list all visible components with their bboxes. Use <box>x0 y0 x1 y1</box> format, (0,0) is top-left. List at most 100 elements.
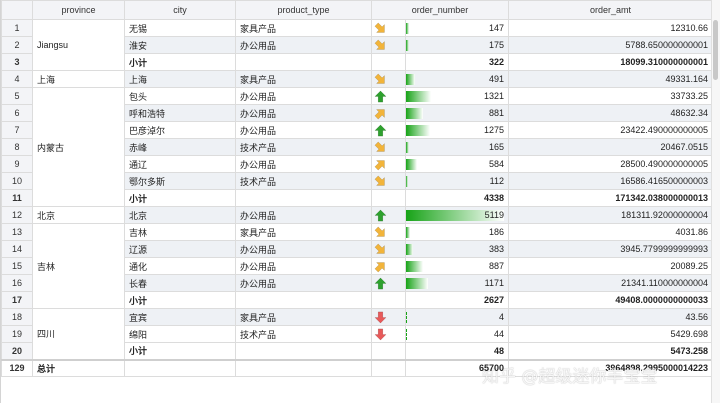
cell-trend-icon[interactable] <box>371 138 406 156</box>
cell-province[interactable]: Jiangsu <box>32 19 125 71</box>
row-number[interactable]: 16 <box>1 274 33 292</box>
cell-trend-icon[interactable] <box>371 325 406 343</box>
corner-cell[interactable] <box>1 0 33 20</box>
cell-trend-icon[interactable] <box>371 70 406 88</box>
cell-city[interactable]: 绵阳 <box>124 325 236 343</box>
cell-order-amt[interactable]: 171342.038000000013 <box>508 189 713 207</box>
row-number[interactable]: 3 <box>1 53 33 71</box>
cell-order-number[interactable]: 48 <box>405 342 509 360</box>
cell-trend-icon[interactable] <box>371 36 406 54</box>
cell-order-number[interactable]: 881 <box>405 104 509 122</box>
header-product-type[interactable]: product_type <box>235 0 372 20</box>
cell-order-number[interactable]: 186 <box>405 223 509 241</box>
cell-city[interactable]: 上海 <box>124 70 236 88</box>
cell-province[interactable]: 北京 <box>32 206 125 224</box>
cell-order-number[interactable]: 887 <box>405 257 509 275</box>
cell-order-number[interactable]: 2627 <box>405 291 509 309</box>
cell-province[interactable]: 总计 <box>32 359 125 377</box>
row-number[interactable]: 12 <box>1 206 33 224</box>
cell-order-amt[interactable]: 23422.490000000005 <box>508 121 713 139</box>
cell-order-amt[interactable]: 16586.416500000003 <box>508 172 713 190</box>
cell-order-amt[interactable]: 18099.310000000001 <box>508 53 713 71</box>
row-number[interactable]: 8 <box>1 138 33 156</box>
cell-trend-icon[interactable] <box>371 121 406 139</box>
cell-trend-icon[interactable] <box>371 172 406 190</box>
cell-product-type[interactable]: 家具产品 <box>235 308 372 326</box>
cell-city[interactable]: 辽源 <box>124 240 236 258</box>
cell-order-number[interactable]: 584 <box>405 155 509 173</box>
cell-trend-icon[interactable] <box>371 308 406 326</box>
row-number[interactable]: 4 <box>1 70 33 88</box>
cell-city[interactable]: 长春 <box>124 274 236 292</box>
cell-trend-icon[interactable] <box>371 87 406 105</box>
header-order-number[interactable]: order_number <box>371 0 509 20</box>
cell-order-number[interactable]: 4 <box>405 308 509 326</box>
cell-order-number[interactable]: 5119 <box>405 206 509 224</box>
cell-order-number[interactable]: 147 <box>405 19 509 37</box>
cell-order-amt[interactable]: 20089.25 <box>508 257 713 275</box>
cell-order-amt[interactable]: 28500.490000000005 <box>508 155 713 173</box>
cell-order-number[interactable]: 165 <box>405 138 509 156</box>
cell-order-amt[interactable]: 43.56 <box>508 308 713 326</box>
cell-order-number[interactable]: 1275 <box>405 121 509 139</box>
cell-city[interactable] <box>124 359 236 377</box>
row-number[interactable]: 10 <box>1 172 33 190</box>
cell-product-type[interactable]: 办公用品 <box>235 155 372 173</box>
scrollbar-thumb[interactable] <box>713 20 718 80</box>
cell-trend-icon[interactable] <box>371 19 406 37</box>
row-number[interactable]: 15 <box>1 257 33 275</box>
cell-product-type[interactable]: 办公用品 <box>235 206 372 224</box>
header-order-amt[interactable]: order_amt <box>508 0 713 20</box>
cell-city[interactable]: 小计 <box>124 189 236 207</box>
cell-trend-icon[interactable] <box>371 359 406 377</box>
row-number[interactable]: 7 <box>1 121 33 139</box>
row-number[interactable]: 1 <box>1 19 33 37</box>
cell-trend-icon[interactable] <box>371 291 406 309</box>
cell-order-number[interactable]: 1171 <box>405 274 509 292</box>
cell-trend-icon[interactable] <box>371 274 406 292</box>
cell-order-number[interactable]: 44 <box>405 325 509 343</box>
row-number[interactable]: 18 <box>1 308 33 326</box>
cell-product-type[interactable] <box>235 189 372 207</box>
cell-city[interactable]: 小计 <box>124 342 236 360</box>
cell-order-number[interactable]: 322 <box>405 53 509 71</box>
cell-product-type[interactable] <box>235 342 372 360</box>
cell-city[interactable]: 无锡 <box>124 19 236 37</box>
cell-city[interactable]: 小计 <box>124 53 236 71</box>
cell-product-type[interactable]: 办公用品 <box>235 274 372 292</box>
cell-order-amt[interactable]: 48632.34 <box>508 104 713 122</box>
cell-order-amt[interactable]: 5473.258 <box>508 342 713 360</box>
cell-product-type[interactable]: 技术产品 <box>235 325 372 343</box>
cell-product-type[interactable] <box>235 359 372 377</box>
cell-order-amt[interactable]: 12310.66 <box>508 19 713 37</box>
cell-order-amt[interactable]: 5429.698 <box>508 325 713 343</box>
cell-city[interactable]: 宜宾 <box>124 308 236 326</box>
cell-order-number[interactable]: 1321 <box>405 87 509 105</box>
cell-product-type[interactable]: 家具产品 <box>235 223 372 241</box>
cell-product-type[interactable]: 办公用品 <box>235 36 372 54</box>
row-number[interactable]: 11 <box>1 189 33 207</box>
cell-city[interactable]: 巴彦淖尔 <box>124 121 236 139</box>
cell-city[interactable]: 淮安 <box>124 36 236 54</box>
cell-product-type[interactable] <box>235 291 372 309</box>
cell-product-type[interactable]: 办公用品 <box>235 87 372 105</box>
row-number[interactable]: 14 <box>1 240 33 258</box>
cell-order-amt[interactable]: 49408.0000000000033 <box>508 291 713 309</box>
cell-order-number[interactable]: 175 <box>405 36 509 54</box>
row-number[interactable]: 129 <box>1 359 33 377</box>
cell-product-type[interactable]: 技术产品 <box>235 138 372 156</box>
cell-city[interactable]: 小计 <box>124 291 236 309</box>
row-number[interactable]: 5 <box>1 87 33 105</box>
cell-order-amt[interactable]: 20467.0515 <box>508 138 713 156</box>
header-city[interactable]: city <box>124 0 236 20</box>
cell-city[interactable]: 通辽 <box>124 155 236 173</box>
cell-order-amt[interactable]: 4031.86 <box>508 223 713 241</box>
cell-province[interactable]: 内蒙古 <box>32 87 125 207</box>
cell-trend-icon[interactable] <box>371 206 406 224</box>
cell-product-type[interactable]: 家具产品 <box>235 19 372 37</box>
cell-product-type[interactable]: 技术产品 <box>235 172 372 190</box>
cell-product-type[interactable]: 家具产品 <box>235 70 372 88</box>
cell-trend-icon[interactable] <box>371 104 406 122</box>
cell-province[interactable]: 四川 <box>32 308 125 360</box>
cell-product-type[interactable]: 办公用品 <box>235 240 372 258</box>
